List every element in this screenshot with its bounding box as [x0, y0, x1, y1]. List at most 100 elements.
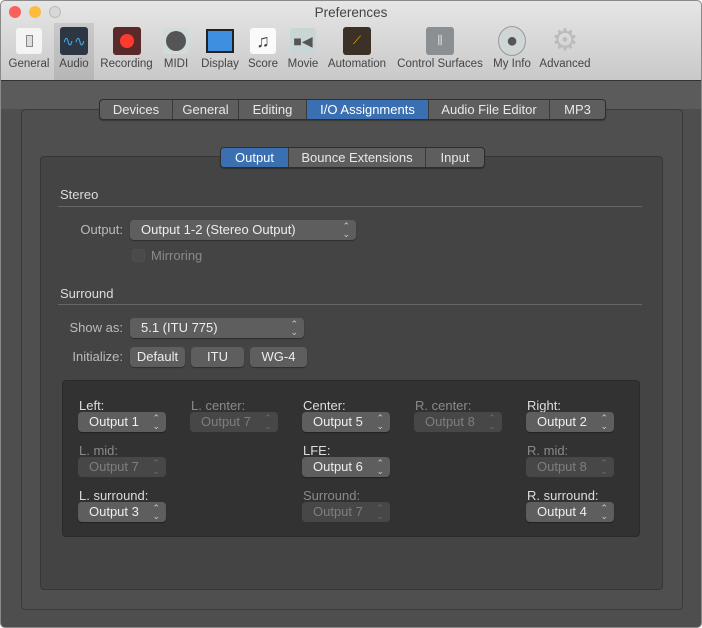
initialize-label: Initialize: — [72, 349, 123, 364]
channel-output-popup[interactable]: Output 2 ⌃ ⌄ — [526, 412, 614, 432]
channel-output-value: Output 6 — [313, 459, 363, 474]
chevron-updown-icon: ⌃ ⌄ — [376, 503, 384, 521]
switch-icon — [15, 27, 43, 55]
stereo-output-value: Output 1-2 (Stereo Output) — [141, 222, 296, 237]
channel-label: Center: — [303, 398, 346, 413]
toolbar-midi[interactable]: MIDI — [158, 23, 194, 80]
chevron-updown-icon: ⌃ ⌄ — [290, 319, 298, 337]
channel-label: Surround: — [303, 488, 361, 503]
output-label: Output: — [80, 222, 123, 237]
divider — [58, 206, 642, 207]
toolbar-label: Score — [247, 58, 279, 70]
chevron-updown-icon: ⌃ ⌄ — [488, 413, 496, 431]
toolbar-label: Movie — [287, 58, 319, 70]
tab-devices[interactable]: Devices — [100, 100, 173, 119]
channel-label: L. mid: — [79, 443, 119, 458]
preferences-window: Preferences General ∿∿ Audio Recording MIDI D… — [0, 0, 702, 628]
channel-label: Left: — [79, 398, 105, 413]
chevron-updown-icon: ⌃ ⌄ — [264, 413, 272, 431]
tab-i-o-assignments[interactable]: I/O Assignments — [307, 100, 429, 119]
channel-output-value: Output 7 — [313, 504, 363, 519]
video-camera-icon: ■◀ — [289, 27, 317, 55]
monitor-icon — [206, 27, 234, 55]
toolbar-label: Audio — [59, 58, 89, 70]
channel-label: R. mid: — [527, 443, 569, 458]
channel-output-value: Output 8 — [425, 414, 475, 429]
tab-audio-file-editor[interactable]: Audio File Editor — [429, 100, 550, 119]
toolbar-movie[interactable]: ■◀ Movie — [284, 23, 322, 80]
mirroring-checkbox[interactable] — [132, 249, 145, 262]
toolbar-recording[interactable]: Recording — [96, 23, 157, 80]
mirroring-label: Mirroring — [151, 248, 203, 263]
channel-output-popup[interactable]: Output 1 ⌃ ⌄ — [78, 412, 166, 432]
tab-editing[interactable]: Editing — [239, 100, 307, 119]
subtab-output[interactable]: Output — [221, 148, 289, 167]
chevron-updown-icon: ⌃ ⌄ — [152, 413, 160, 431]
channel-label: R. center: — [415, 398, 472, 413]
record-icon — [112, 27, 141, 55]
channel-label: LFE: — [303, 443, 331, 458]
gear-icon: ⚙ — [551, 24, 579, 57]
wg4-button[interactable]: WG-4 — [250, 347, 307, 367]
channel-output-popup[interactable]: Output 4 ⌃ ⌄ — [526, 502, 614, 522]
toolbar-control-surfaces[interactable]: ⫼ Control Surfaces — [393, 23, 487, 80]
channel-output-popup: Output 7 ⌃ ⌄ — [302, 502, 390, 522]
chevron-updown-icon: ⌃ ⌄ — [152, 458, 160, 476]
channel-label: L. surround: — [79, 488, 149, 503]
toolbar-label: Advanced — [539, 58, 591, 70]
automation-curve-icon: ⟋ — [343, 27, 371, 55]
channel-output-popup: Output 7 ⌃ ⌄ — [78, 457, 166, 477]
waveform-icon: ∿∿ — [60, 27, 88, 55]
channel-output-value: Output 7 — [201, 414, 251, 429]
toolbar-general[interactable]: General — [5, 23, 53, 80]
channel-label: R. surround: — [527, 488, 599, 503]
person-icon: ● — [498, 26, 526, 56]
channel-output-popup[interactable]: Output 5 ⌃ ⌄ — [302, 412, 390, 432]
window-title: Preferences — [314, 5, 388, 20]
chevron-updown-icon: ⌃ ⌄ — [600, 503, 608, 521]
stereo-output-popup[interactable]: Output 1-2 (Stereo Output) ⌃ ⌄ — [130, 220, 356, 240]
toolbar-display[interactable]: Display — [199, 23, 241, 80]
toolbar-label: Recording — [100, 58, 153, 70]
channel-output-value: Output 1 — [89, 414, 139, 429]
channel-output-popup: Output 8 ⌃ ⌄ — [526, 457, 614, 477]
show-as-popup[interactable]: 5.1 (ITU 775) ⌃ ⌄ — [130, 318, 304, 338]
channel-output-popup[interactable]: Output 3 ⌃ ⌄ — [78, 502, 166, 522]
toolbar-label: Control Surfaces — [397, 58, 483, 70]
channel-output-value: Output 3 — [89, 504, 139, 519]
itu-button[interactable]: ITU — [191, 347, 244, 367]
toolbar-label: MIDI — [163, 58, 189, 70]
toolbar-label: My Info — [493, 58, 531, 70]
channel-output-value: Output 7 — [89, 459, 139, 474]
sub-tabs: Output Bounce Extensions Input — [220, 147, 485, 168]
main-tabs: Devices General Editing I/O Assignments Audi… — [99, 99, 606, 120]
toolbar-advanced[interactable]: ⚙ Advanced — [537, 23, 593, 80]
chevron-updown-icon: ⌃ ⌄ — [342, 221, 350, 239]
chevron-updown-icon: ⌃ ⌄ — [152, 503, 160, 521]
midi-port-icon — [162, 27, 190, 55]
show-as-value: 5.1 (ITU 775) — [141, 320, 218, 335]
chevron-updown-icon: ⌃ ⌄ — [600, 413, 608, 431]
channel-output-popup: Output 8 ⌃ ⌄ — [414, 412, 502, 432]
toolbar-my-info[interactable]: ● My Info — [489, 23, 535, 80]
channel-output-value: Output 8 — [537, 459, 587, 474]
subtab-input[interactable]: Input — [426, 148, 484, 167]
channel-output-value: Output 2 — [537, 414, 587, 429]
default-button[interactable]: Default — [130, 347, 185, 367]
faders-icon: ⫼ — [426, 27, 454, 55]
toolbar-score[interactable]: ♫ Score — [245, 23, 281, 80]
toolbar-audio[interactable]: ∿∿ Audio — [54, 23, 94, 80]
subtab-bounce-extensions[interactable]: Bounce Extensions — [289, 148, 426, 167]
surround-heading: Surround — [60, 286, 114, 301]
stereo-heading: Stereo — [60, 187, 99, 202]
chevron-updown-icon: ⌃ ⌄ — [376, 458, 384, 476]
channel-output-popup[interactable]: Output 6 ⌃ ⌄ — [302, 457, 390, 477]
divider — [58, 304, 642, 305]
channel-label: L. center: — [191, 398, 246, 413]
channel-output-value: Output 4 — [537, 504, 587, 519]
toolbar-automation[interactable]: ⟋ Automation — [325, 23, 389, 80]
music-note-icon: ♫ — [249, 27, 277, 55]
toolbar-label: Automation — [327, 58, 387, 70]
tab-general[interactable]: General — [173, 100, 239, 119]
tab-mp3[interactable]: MP3 — [550, 100, 605, 119]
